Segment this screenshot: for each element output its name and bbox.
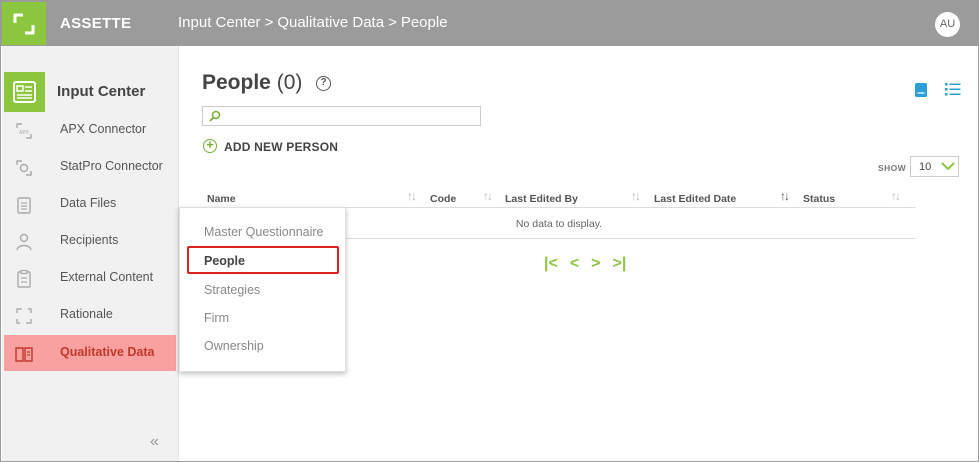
sidebar: Input Center APX APX Connector StatPro C…: [2, 46, 179, 461]
selected-item-highlight: [187, 246, 339, 274]
apx-connector-icon: APX: [16, 123, 32, 139]
column-header-last-edited-date[interactable]: Last Edited Date: [654, 193, 736, 205]
statpro-connector-icon: [16, 160, 32, 176]
menu-item-master-questionnaire[interactable]: Master Questionnaire: [204, 225, 324, 239]
column-header-code[interactable]: Code: [430, 193, 456, 205]
sidebar-item-label: StatPro Connector: [60, 159, 163, 173]
page-title: People (0): [202, 71, 302, 95]
sidebar-item-label: Data Files: [60, 196, 117, 210]
breadcrumb-separator: >: [264, 14, 274, 31]
list-view-icon[interactable]: [945, 82, 961, 96]
menu-item-ownership[interactable]: Ownership: [204, 339, 264, 353]
show-label: SHOW: [878, 163, 907, 173]
search-field[interactable]: [202, 106, 481, 126]
sidebar-item-label: APX Connector: [60, 122, 147, 136]
page-title-text: People: [202, 71, 271, 94]
svg-text:APX: APX: [19, 130, 29, 136]
qualitative-data-icon: [15, 347, 33, 362]
sidebar-item-apx-connector[interactable]: APX APX Connector: [4, 112, 176, 148]
sidebar-item-statpro-connector[interactable]: StatPro Connector: [4, 149, 176, 185]
app-window: ASSETTE Input Center > Qualitative Data > Pe…: [0, 0, 979, 462]
column-header-last-edited-by[interactable]: Last Edited By: [505, 193, 578, 205]
previous-page-icon[interactable]: <: [570, 255, 579, 273]
sidebar-item-qualitative-data[interactable]: Qualitative Data: [4, 335, 176, 371]
add-new-person-label: ADD NEW PERSON: [224, 140, 339, 154]
breadcrumb-input-center[interactable]: Input Center: [178, 14, 261, 31]
breadcrumb-separator: >: [388, 14, 397, 31]
external-content-icon: [17, 269, 31, 288]
sidebar-item-label: Rationale: [60, 307, 113, 321]
rationale-icon: [16, 308, 32, 324]
sidebar-item-data-files[interactable]: Data Files: [4, 186, 176, 222]
sort-icon[interactable]: ↑↓: [483, 189, 493, 203]
assette-logo-icon[interactable]: [2, 2, 46, 45]
help-icon[interactable]: ?: [316, 76, 331, 91]
sort-icon[interactable]: ↑↓: [407, 189, 417, 203]
last-page-icon[interactable]: >|: [613, 255, 627, 273]
next-page-icon[interactable]: >: [591, 255, 600, 273]
page-size-value: 10: [919, 161, 932, 173]
add-circle-icon: +: [203, 138, 217, 153]
card-view-icon[interactable]: [914, 82, 928, 98]
sidebar-item-external-content[interactable]: External Content: [4, 260, 176, 296]
sort-icon[interactable]: ↑↓: [891, 189, 901, 203]
search-input[interactable]: [225, 108, 475, 124]
menu-item-strategies[interactable]: Strategies: [204, 283, 260, 297]
sidebar-title: Input Center: [57, 83, 146, 100]
grid-header: Name ↑↓ Code ↑↓ Last Edited By ↑↓ Last E…: [202, 184, 916, 208]
column-header-name[interactable]: Name: [207, 193, 236, 205]
breadcrumb-qualitative-data[interactable]: Qualitative Data: [277, 14, 384, 31]
breadcrumb: Input Center > Qualitative Data > People: [178, 14, 448, 31]
sidebar-item-recipients[interactable]: Recipients: [4, 223, 176, 259]
menu-item-firm[interactable]: Firm: [204, 311, 229, 325]
sidebar-item-label: External Content: [60, 270, 154, 284]
qualitative-data-menu: Master Questionnaire People Strategies F…: [179, 207, 346, 372]
sort-icon[interactable]: ↑↓: [631, 189, 641, 203]
column-header-status[interactable]: Status: [803, 193, 835, 205]
sort-descending-icon[interactable]: ↑↓: [780, 189, 790, 203]
sidebar-item-rationale[interactable]: Rationale: [4, 297, 176, 333]
app-name: ASSETTE: [60, 15, 132, 32]
user-avatar[interactable]: AU: [935, 12, 960, 37]
input-center-icon: [4, 72, 45, 112]
record-count: (0): [276, 71, 303, 94]
search-icon: [209, 110, 221, 122]
first-page-icon[interactable]: |<: [544, 255, 558, 273]
top-bar: ASSETTE Input Center > Qualitative Data > Pe…: [1, 1, 978, 46]
pager: |< < > >|: [544, 255, 638, 273]
data-files-icon: [17, 197, 31, 214]
recipients-icon: [16, 233, 32, 251]
sidebar-item-label: Qualitative Data: [60, 345, 155, 359]
collapse-sidebar-icon[interactable]: «: [150, 433, 159, 451]
breadcrumb-people: People: [400, 14, 448, 31]
page-size-select[interactable]: 10: [910, 156, 959, 177]
sidebar-item-label: Recipients: [60, 233, 119, 247]
chevron-down-icon: [941, 162, 955, 171]
